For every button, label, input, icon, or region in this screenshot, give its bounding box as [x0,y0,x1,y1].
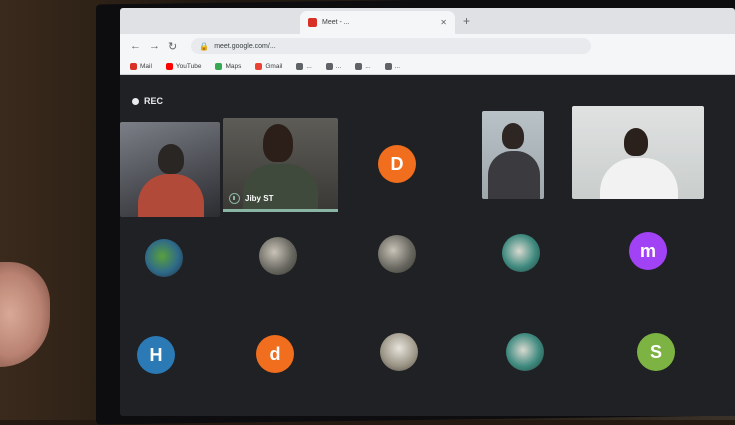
participant-avatar[interactable] [259,237,297,275]
back-arrow-icon[interactable]: ← [130,40,141,52]
close-icon[interactable]: ✕ [440,18,447,27]
participant-head [624,128,648,156]
speaking-mic-icon [229,193,240,204]
participant-avatar[interactable] [502,234,540,272]
participant-avatar[interactable]: H [137,336,175,374]
record-dot-icon [132,97,139,105]
avatar-initial: m [639,240,656,261]
tab-strip: Meet - ... ✕ + [120,8,735,34]
meet-favicon-icon [308,18,317,27]
laptop-screen: Meet - ... ✕ + ← → ↻ 🔒 meet.google.com/.… [120,8,735,416]
bookmark-icon [384,62,392,70]
reload-icon[interactable]: ↻ [168,40,177,53]
bookmark-item[interactable]: ... [384,62,401,70]
bookmark-label: Maps [225,62,242,70]
bookmark-icon [255,62,263,70]
address-bar[interactable]: 🔒 meet.google.com/... [191,38,592,54]
participant-avatar[interactable] [506,333,544,371]
bookmark-item[interactable]: ... [355,62,371,70]
bookmark-item[interactable]: ... [296,62,312,70]
bookmark-icon [325,62,333,70]
participant-figure [600,158,678,199]
bookmark-label: ... [306,62,312,70]
tab-title: Meet - ... [322,19,350,26]
bookmark-icon [130,62,137,70]
avatar-initial: D [390,153,404,174]
participant-figure [138,174,204,217]
bookmark-item[interactable]: YouTube [165,62,202,70]
participant-head [502,123,524,149]
bookmark-label: YouTube [175,62,202,70]
active-speaker-bar [223,209,338,212]
bookmark-label: ... [394,62,401,70]
bookmark-item[interactable]: Maps [215,62,242,70]
lock-icon: 🔒 [199,41,210,51]
participant-video-tile[interactable] [482,111,544,199]
speaker-name-tag: Jiby ST [229,193,273,204]
forward-arrow-icon[interactable]: → [149,40,160,52]
tab-meet[interactable]: Meet - ... ✕ [300,11,455,34]
avatar-initial: S [649,341,662,362]
browser-toolbar: ← → ↻ 🔒 meet.google.com/... [120,34,735,58]
participant-figure [488,151,540,199]
participant-avatar[interactable]: d [256,335,294,373]
bookmark-label: ... [335,62,342,70]
speaker-name: Jiby ST [245,194,274,203]
participant-avatar[interactable] [378,235,416,273]
participant-video-tile[interactable] [572,106,704,199]
avatar-initial: d [269,343,281,364]
recording-label: REC [144,96,164,106]
avatar-initial: H [149,344,163,365]
participant-avatar[interactable]: S [637,333,675,371]
participant-avatar[interactable] [380,333,418,371]
participant-avatar[interactable]: m [629,232,667,270]
speaker-video-tile[interactable]: Jiby ST [223,118,338,210]
url-text: meet.google.com/... [214,42,276,50]
bookmark-item[interactable]: ... [325,62,342,70]
participant-head [158,144,184,174]
participant-avatar[interactable]: D [378,145,416,183]
bookmark-icon [165,62,173,70]
bookmark-icon [355,62,363,70]
participant-avatar[interactable] [145,239,183,277]
participant-video-tile[interactable] [120,122,220,217]
bookmark-label: Mail [140,62,152,70]
bookmark-item[interactable]: Mail [130,62,152,70]
bookmark-label: Gmail [265,62,283,70]
bookmark-icon [296,62,304,70]
recording-indicator: REC [132,96,163,106]
bookmark-icon [215,62,223,70]
bookmark-item[interactable]: Gmail [255,62,283,70]
bookmark-label: ... [365,62,371,70]
bookmarks-bar: Mail YouTube Maps Gmail ... ... ... ... [120,58,735,75]
participant-head [263,124,293,162]
new-tab-icon[interactable]: + [463,14,470,28]
